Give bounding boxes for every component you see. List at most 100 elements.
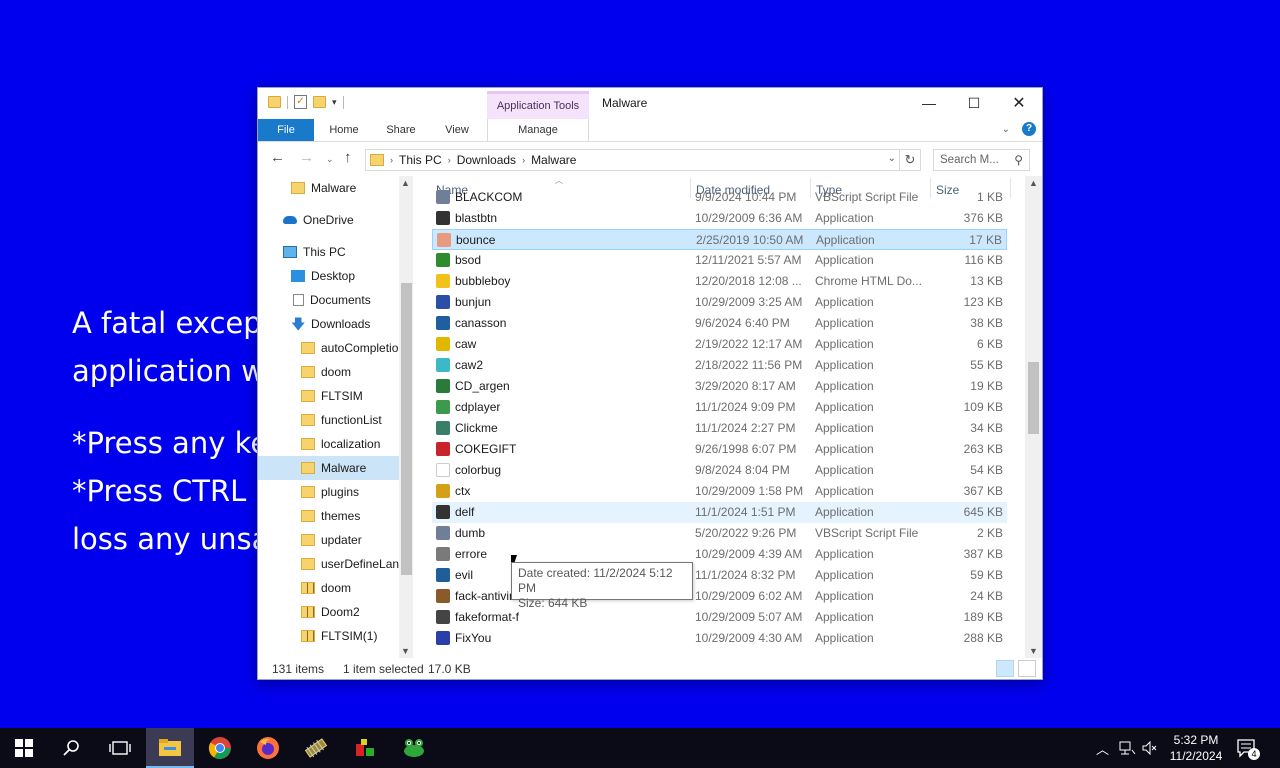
file-row[interactable]: caw2 2/18/2022 11:56 PM Application 55 KB	[432, 355, 1007, 376]
close-button[interactable]: ✕	[996, 88, 1042, 118]
breadcrumb-malware[interactable]: Malware	[531, 153, 576, 167]
tab-manage[interactable]: Manage	[487, 119, 589, 141]
file-row[interactable]: canasson 9/6/2024 6:40 PM Application 38 KB	[432, 313, 1007, 334]
breadcrumb-downloads[interactable]: Downloads	[457, 153, 516, 167]
toolbar-divider	[287, 95, 288, 109]
file-row[interactable]: COKEGIFT 9/26/1998 6:07 PM Application 263 …	[432, 439, 1007, 460]
file-row[interactable]: bubbleboy 12/20/2018 12:08 ... Chrome HTML…	[432, 271, 1007, 292]
nav-item-this-pc[interactable]: This PC	[258, 240, 399, 264]
back-arrow-icon[interactable]: ←	[270, 149, 285, 166]
chip-app-taskbar-button[interactable]	[292, 728, 340, 768]
frog-app-taskbar-button[interactable]	[390, 728, 438, 768]
chevron-right-icon[interactable]: ›	[390, 155, 393, 165]
recent-locations-icon[interactable]: ⌄	[326, 154, 334, 165]
file-row[interactable]: FixYou 10/29/2009 4:30 AM Application 288 K…	[432, 628, 1007, 649]
help-icon[interactable]: ?	[1022, 122, 1036, 136]
file-row[interactable]: bunjun 10/29/2009 3:25 AM Application 123 K…	[432, 292, 1007, 313]
nav-item[interactable]: updater	[258, 528, 399, 552]
file-row[interactable]: CD_argen 3/29/2020 8:17 AM Application 19 K…	[432, 376, 1007, 397]
file-list-scrollbar[interactable]: ▲ ▼	[1025, 176, 1042, 658]
properties-icon[interactable]: ✓	[294, 95, 307, 109]
network-icon[interactable]	[1118, 728, 1136, 768]
details-view-icon[interactable]	[996, 660, 1014, 677]
nav-item[interactable]: functionList	[258, 408, 399, 432]
nav-item[interactable]: FLTSIM	[258, 384, 399, 408]
file-explorer-taskbar-button[interactable]	[146, 728, 194, 768]
address-bar[interactable]: › This PC › Downloads › Malware ⌄	[365, 149, 921, 171]
volume-muted-icon[interactable]	[1142, 728, 1158, 768]
start-button[interactable]	[0, 728, 48, 768]
scroll-up-icon[interactable]: ▲	[401, 178, 410, 188]
file-row[interactable]: caw 2/19/2022 12:17 AM Application 6 KB	[432, 334, 1007, 355]
folder-icon	[301, 366, 315, 378]
chevron-right-icon[interactable]: ›	[522, 155, 525, 165]
maximize-button[interactable]: ☐	[951, 88, 997, 118]
nav-item-malware-selected[interactable]: Malware	[258, 456, 399, 480]
file-row[interactable]: colorbug 9/8/2024 8:04 PM Application 54 KB	[432, 460, 1007, 481]
tab-file[interactable]: File	[258, 119, 314, 141]
nav-item[interactable]: Malware	[258, 176, 399, 200]
show-hidden-icons[interactable]: ︿	[1096, 728, 1109, 768]
clock[interactable]: 5:32 PM 11/2/2024	[1168, 732, 1224, 764]
nav-item[interactable]: autoCompletion	[258, 336, 399, 360]
minimize-button[interactable]: —	[906, 88, 952, 118]
nav-item[interactable]: localization	[258, 432, 399, 456]
file-row[interactable]: Clickme 11/1/2024 2:27 PM Application 34 KB	[432, 418, 1007, 439]
forward-arrow-icon[interactable]: →	[299, 149, 314, 166]
file-row[interactable]: delf 11/1/2024 1:51 PM Application 645 KB	[432, 502, 1007, 523]
task-view-button[interactable]	[96, 728, 144, 768]
nav-item[interactable]: userDefineLang	[258, 552, 399, 576]
tab-share[interactable]: Share	[376, 119, 426, 141]
chevron-right-icon[interactable]: ›	[448, 155, 451, 165]
refresh-button[interactable]: ↻	[899, 149, 921, 171]
column-divider[interactable]	[1010, 178, 1011, 198]
up-arrow-icon[interactable]: ↑	[344, 149, 352, 166]
tab-view[interactable]: View	[432, 119, 482, 141]
nav-item-documents[interactable]: Documents	[258, 288, 399, 312]
expand-ribbon-icon[interactable]: ⌄	[1002, 124, 1010, 135]
search-input[interactable]: Search M... ⚲	[933, 149, 1030, 171]
file-name: CD_argen	[455, 379, 510, 393]
tab-home[interactable]: Home	[320, 119, 368, 141]
scroll-thumb[interactable]	[401, 283, 412, 575]
scroll-down-icon[interactable]: ▼	[401, 646, 410, 656]
scroll-thumb[interactable]	[1028, 362, 1039, 434]
file-size: 54 KB	[970, 463, 1003, 477]
file-row[interactable]: cdplayer 11/1/2024 9:09 PM Application 109 …	[432, 397, 1007, 418]
chrome-taskbar-button[interactable]	[196, 728, 244, 768]
nav-item-onedrive[interactable]: OneDrive	[258, 208, 399, 232]
file-size: 109 KB	[963, 400, 1003, 414]
breadcrumb-this-pc[interactable]: This PC	[399, 153, 442, 167]
file-name: ctx	[455, 484, 471, 498]
chevron-down-icon[interactable]: ⌄	[888, 153, 896, 164]
file-row[interactable]: ctx 10/29/2009 1:58 PM Application 367 KB	[432, 481, 1007, 502]
nav-item[interactable]: doom	[258, 576, 399, 600]
file-row-selected[interactable]: bounce 2/25/2019 10:50 AM Application 17 KB	[432, 229, 1007, 250]
large-icons-view-icon[interactable]	[1018, 660, 1036, 677]
file-icon	[436, 211, 450, 225]
nav-item[interactable]: FLTSIM(1)	[258, 624, 399, 648]
file-row[interactable]: bsod 12/11/2021 5:57 AM Application 116 KB	[432, 250, 1007, 271]
nav-item[interactable]: doom	[258, 360, 399, 384]
firefox-taskbar-button[interactable]	[244, 728, 292, 768]
nav-item[interactable]: Doom2	[258, 600, 399, 624]
nav-item[interactable]: plugins	[258, 480, 399, 504]
scroll-down-icon[interactable]: ▼	[1029, 646, 1038, 656]
file-row[interactable]: dumb 5/20/2022 9:26 PM VBScript Script Fil…	[432, 523, 1007, 544]
file-row[interactable]: BLACKCOM 9/9/2024 10:44 PM VBScript Script…	[432, 187, 1007, 208]
nav-item-desktop[interactable]: Desktop	[258, 264, 399, 288]
search-button[interactable]	[48, 728, 96, 768]
new-folder-icon[interactable]	[313, 96, 326, 108]
customize-toolbar-dropdown-icon[interactable]: ▾	[332, 97, 337, 108]
scroll-up-icon[interactable]: ▲	[1029, 178, 1038, 188]
app-taskbar-button[interactable]	[342, 728, 390, 768]
bsod-line-4: *Press CTRL	[72, 474, 247, 508]
file-row[interactable]: blastbtn 10/29/2009 6:36 AM Application 376…	[432, 208, 1007, 229]
nav-item-downloads[interactable]: 🡇 Downloads	[258, 312, 399, 336]
nav-pane-scrollbar[interactable]: ▲ ▼	[399, 176, 413, 658]
nav-item[interactable]: themes	[258, 504, 399, 528]
tooltip-size: Size: 644 KB	[518, 596, 588, 610]
chrome-icon	[208, 737, 231, 759]
file-type: Chrome HTML Do...	[815, 274, 922, 288]
notification-center-button[interactable]: 4	[1236, 728, 1260, 768]
